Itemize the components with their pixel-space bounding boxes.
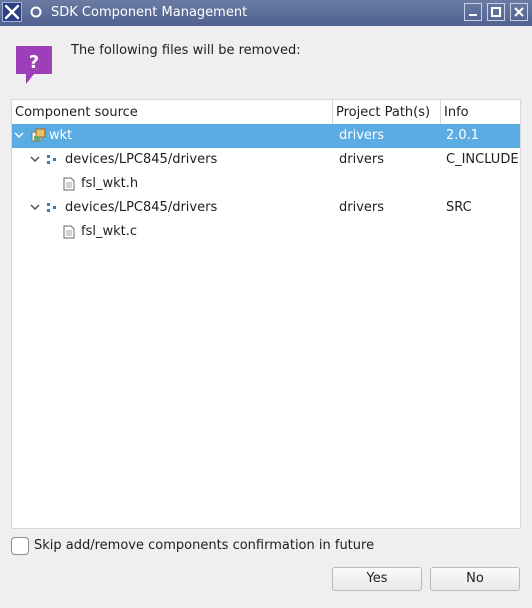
file-icon [63, 177, 75, 191]
chevron-down-icon[interactable] [13, 129, 25, 141]
components-tree-table[interactable]: Component source Project Path(s) Info wk… [11, 99, 521, 529]
tree-row-info: C_INCLUDE [446, 152, 519, 167]
tree-row-folder[interactable]: devices/LPC845/drivers drivers SRC [12, 196, 520, 220]
chevron-down-icon[interactable] [29, 201, 41, 213]
no-button[interactable]: No [430, 567, 520, 591]
column-header-info[interactable]: Info [441, 100, 520, 124]
tree-row-wkt[interactable]: wkt drivers 2.0.1 [12, 124, 520, 148]
folder-node-icon [47, 155, 57, 165]
skip-confirmation-label[interactable]: Skip add/remove components confirmation … [34, 538, 374, 553]
app-logo-icon [2, 2, 22, 22]
window-title: SDK Component Management [51, 5, 248, 20]
column-header-project-paths[interactable]: Project Path(s) [333, 100, 441, 124]
maximize-icon[interactable] [487, 3, 505, 21]
tree-row-label: wkt [49, 128, 73, 143]
svg-text:?: ? [29, 52, 39, 73]
tree-row-label: devices/LPC845/drivers [65, 200, 218, 215]
tree-row-label: fsl_wkt.h [81, 176, 139, 191]
folder-node-icon [47, 203, 57, 213]
file-icon [63, 225, 75, 239]
tree-row-folder[interactable]: devices/LPC845/drivers drivers C_INCLUDE [12, 148, 520, 172]
column-header-component-source[interactable]: Component source [12, 100, 333, 124]
minimize-icon[interactable] [464, 3, 482, 21]
chevron-down-icon[interactable] [29, 153, 41, 165]
tree-row-file[interactable]: fsl_wkt.c [12, 220, 520, 244]
window-titlebar: SDK Component Management [0, 0, 532, 26]
tree-row-path: drivers [339, 128, 385, 143]
dialog-message: The following files will be removed: [71, 43, 301, 58]
yes-button[interactable]: Yes [332, 567, 422, 591]
component-package-icon [31, 128, 46, 143]
table-header: Component source Project Path(s) Info [12, 100, 520, 125]
tree-row-label: fsl_wkt.c [81, 224, 137, 239]
close-icon[interactable] [510, 3, 528, 21]
skip-confirmation-checkbox[interactable] [11, 537, 29, 555]
tree-row-path: drivers [339, 200, 385, 215]
tree-row-info: 2.0.1 [446, 128, 480, 143]
tree-row-info: SRC [446, 200, 472, 215]
tree-row-label: devices/LPC845/drivers [65, 152, 218, 167]
help-question-icon: ? [14, 44, 54, 86]
tree-row-path: drivers [339, 152, 385, 167]
tree-row-file[interactable]: fsl_wkt.h [12, 172, 520, 196]
window-menu-icon[interactable] [26, 2, 46, 22]
